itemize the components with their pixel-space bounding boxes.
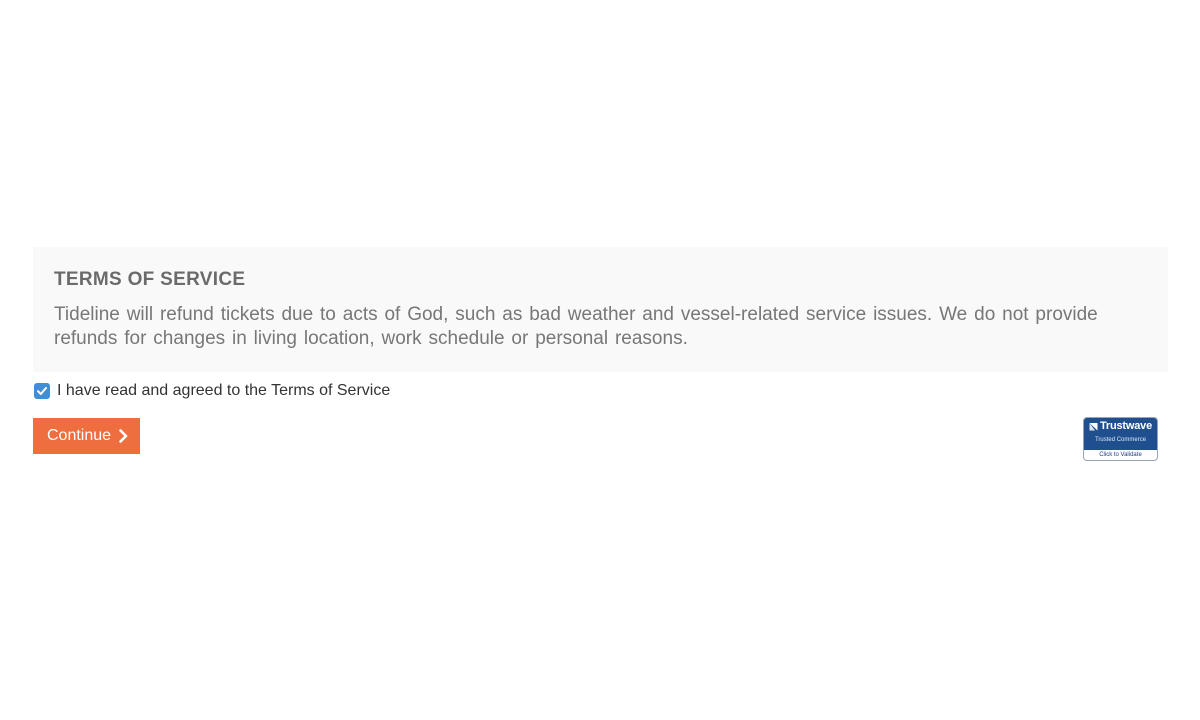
continue-label: Continue — [47, 427, 112, 444]
agree-checkbox[interactable] — [34, 383, 50, 399]
checkmark-icon — [37, 387, 47, 395]
continue-button[interactable]: Continue — [33, 418, 140, 454]
terms-panel: TERMS OF SERVICE Tideline will refund ti… — [33, 247, 1168, 372]
page: TERMS OF SERVICE Tideline will refund ti… — [0, 0, 1200, 720]
agree-label[interactable]: I have read and agreed to the Terms of S… — [57, 382, 390, 400]
agree-row[interactable]: I have read and agreed to the Terms of S… — [34, 380, 390, 402]
trustwave-badge[interactable]: Trustwave Trusted Commerce Click to Vali… — [1083, 417, 1158, 461]
chevron-right-icon — [118, 429, 128, 443]
trust-subtitle: Trusted Commerce — [1094, 437, 1147, 443]
trust-validate-link[interactable]: Click to Validate — [1084, 450, 1157, 460]
trustwave-logo-icon — [1089, 422, 1098, 431]
terms-title: TERMS OF SERVICE — [54, 269, 246, 290]
trust-badge-header: Trustwave Trusted Commerce — [1084, 418, 1157, 450]
terms-body: Tideline will refund tickets due to acts… — [54, 304, 1098, 349]
trust-brand: Trustwave — [1099, 420, 1152, 432]
